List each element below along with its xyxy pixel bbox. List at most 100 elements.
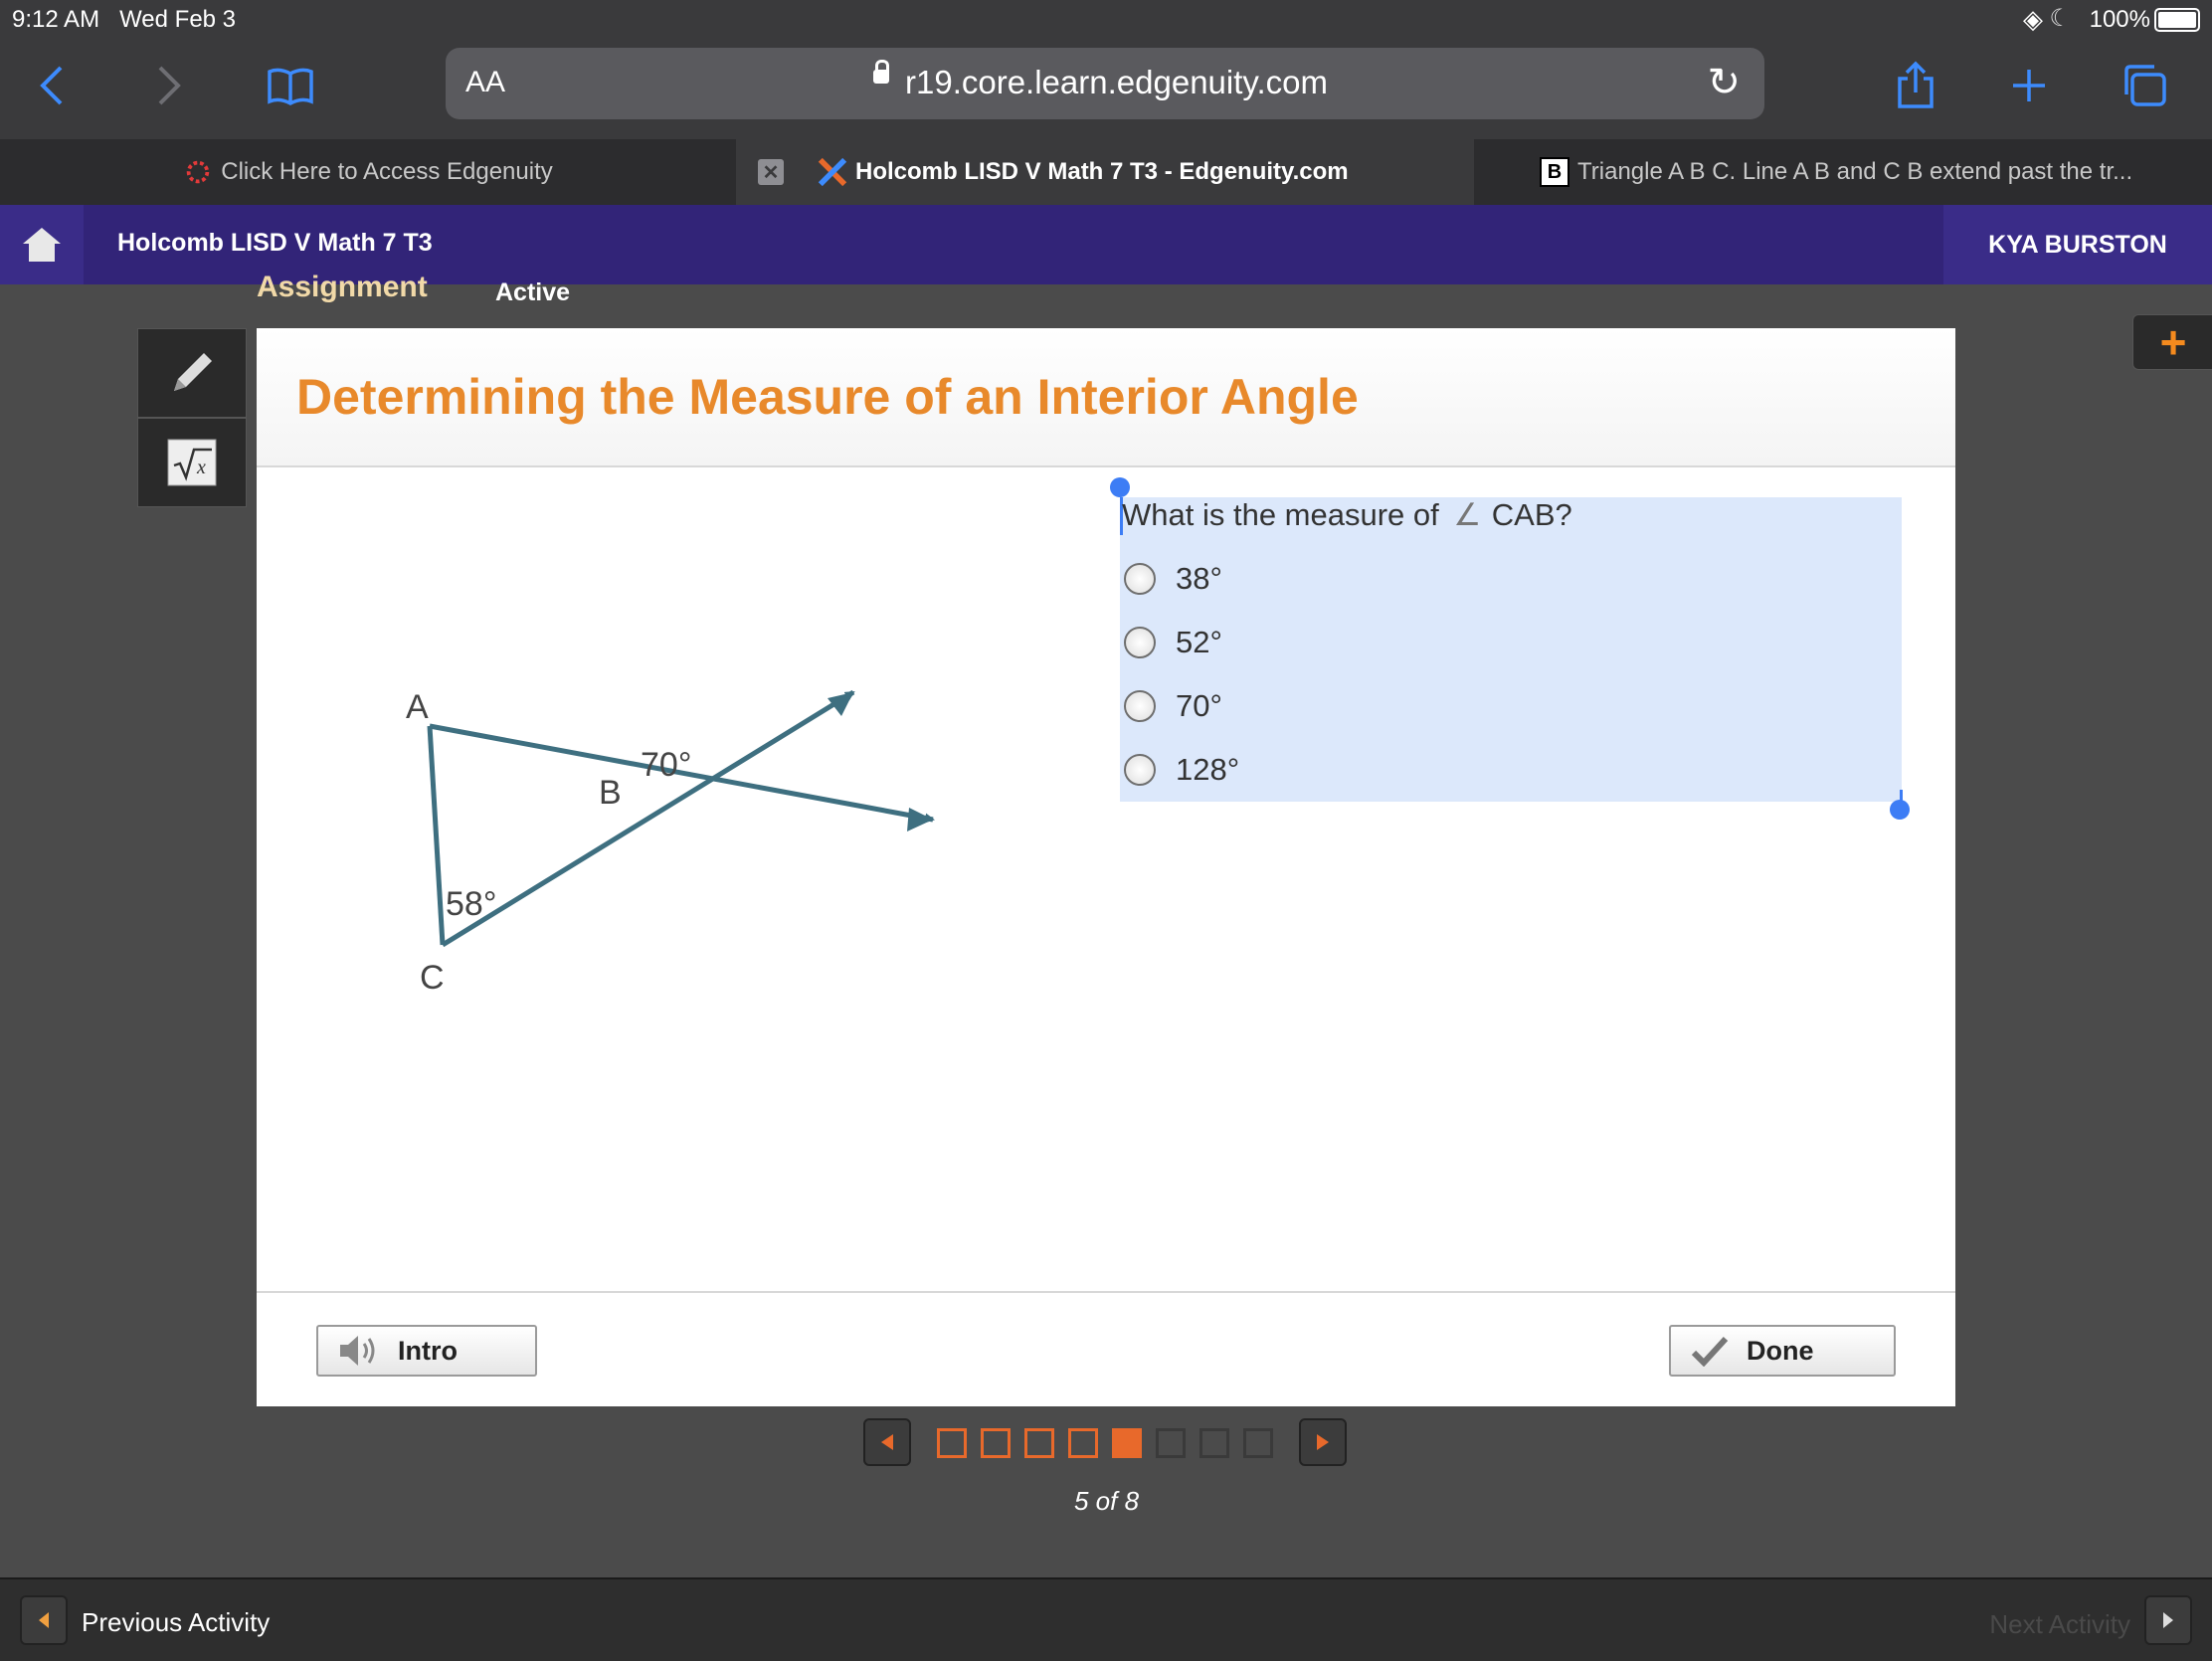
radio-button[interactable] — [1124, 690, 1156, 722]
bookmarks-button[interactable] — [261, 56, 320, 115]
edgenuity-logo-icon — [818, 157, 847, 187]
status-bar: 9:12 AM Wed Feb 3 ◈ ☾ 100% — [0, 0, 2212, 40]
course-title: Holcomb LISD V Math 7 T3 — [117, 229, 433, 257]
assignment-label: Assignment — [257, 271, 428, 303]
home-button[interactable] — [0, 205, 84, 284]
previous-activity-label[interactable]: Previous Activity — [82, 1607, 270, 1638]
answer-option[interactable]: 52° — [1124, 623, 1222, 662]
lock-icon — [873, 60, 889, 84]
active-status: Active — [495, 278, 571, 306]
plus-icon — [2013, 70, 2045, 101]
pager-step-8[interactable] — [1243, 1428, 1273, 1458]
pager-step-2[interactable] — [981, 1428, 1011, 1458]
pager-previous-button[interactable] — [863, 1418, 911, 1466]
done-label: Done — [1747, 1335, 1814, 1366]
answer-option[interactable]: 70° — [1124, 686, 1222, 726]
activity-card: Determining the Measure of an Interior A… — [257, 328, 1955, 1404]
user-name[interactable]: KYA BURSTON — [1943, 205, 2212, 284]
square-root-icon: x — [167, 439, 217, 486]
pager-step-4[interactable] — [1068, 1428, 1098, 1458]
moon-icon: ☾ — [2049, 5, 2071, 32]
selection-end-handle[interactable] — [1890, 800, 1910, 820]
activity-footer: Intro Done — [257, 1291, 1955, 1406]
plus-icon: + — [2159, 316, 2187, 368]
pager-step-1[interactable] — [937, 1428, 967, 1458]
brainly-logo-icon: B — [1540, 157, 1569, 187]
next-activity-button — [2144, 1595, 2192, 1645]
tabs-overview-button[interactable] — [2115, 56, 2174, 115]
tabs-icon — [2124, 65, 2166, 106]
activity-navigation-bar: Previous Activity Next Activity — [0, 1577, 2212, 1661]
home-icon — [23, 228, 61, 262]
answer-option[interactable]: 128° — [1124, 750, 1239, 790]
text-size-button[interactable]: AA — [465, 66, 505, 99]
pager-step-3[interactable] — [1024, 1428, 1054, 1458]
tab-label: Click Here to Access Edgenuity — [221, 158, 553, 185]
activity-title: Determining the Measure of an Interior A… — [296, 369, 1359, 425]
reload-icon[interactable]: ↻ — [1707, 60, 1741, 105]
math-tool-button[interactable]: x — [137, 418, 247, 507]
forward-button[interactable] — [139, 56, 199, 115]
option-label: 38° — [1176, 561, 1222, 596]
pager-next-button[interactable] — [1299, 1418, 1347, 1466]
triangle-left-icon — [39, 1612, 49, 1628]
previous-activity-button[interactable] — [20, 1595, 68, 1645]
tab-label: Holcomb LISD V Math 7 T3 - Edgenuity.com — [855, 158, 1349, 185]
new-tab-button[interactable] — [1999, 56, 2059, 115]
triangle-left-icon — [881, 1434, 893, 1450]
battery-percent: 100% — [2089, 6, 2150, 33]
angle-symbol: ∠ — [1453, 497, 1482, 532]
vertex-label-a: A — [406, 688, 429, 726]
pager-step-5-current[interactable] — [1112, 1428, 1142, 1458]
share-icon — [1898, 61, 1934, 108]
radio-button[interactable] — [1124, 627, 1156, 658]
option-label: 128° — [1176, 752, 1240, 787]
intro-label: Intro — [398, 1335, 458, 1366]
triangle-diagram: A B C 70° 58° — [406, 688, 935, 997]
page-count: 5 of 8 — [1074, 1486, 1140, 1516]
expand-plus-button[interactable]: + — [2132, 314, 2212, 370]
checkmark-icon — [1691, 1335, 1729, 1367]
svg-text:x: x — [196, 457, 206, 478]
battery-icon — [2154, 8, 2200, 32]
answer-option[interactable]: 38° — [1124, 559, 1222, 599]
segment-ac — [427, 725, 446, 946]
angle-label-exterior-b: 70° — [641, 746, 691, 784]
back-button[interactable] — [22, 56, 82, 115]
tab-holcomb-math[interactable]: ✕ Holcomb LISD V Math 7 T3 - Edgenuity.c… — [736, 139, 1474, 205]
speaker-icon — [338, 1333, 380, 1369]
pager-step-7[interactable] — [1199, 1428, 1229, 1458]
done-button[interactable]: Done — [1669, 1325, 1896, 1377]
radio-button[interactable] — [1124, 754, 1156, 786]
angle-label-c: 58° — [446, 885, 496, 923]
tab-bar: Click Here to Access Edgenuity ✕ Holcomb… — [0, 139, 2212, 205]
browser-toolbar: AA r19.core.learn.edgenuity.com ↻ — [0, 40, 2212, 139]
chevron-right-icon — [158, 66, 181, 105]
status-time: 9:12 AM Wed Feb 3 — [12, 6, 237, 33]
vertex-label-c: C — [420, 959, 445, 997]
arrowhead-ab — [907, 808, 933, 831]
pager-step-6[interactable] — [1156, 1428, 1186, 1458]
selection-start-handle[interactable] — [1110, 477, 1130, 497]
question-text: What is the measure of ∠ CAB? — [1122, 497, 1572, 532]
next-activity-label: Next Activity — [1989, 1609, 2130, 1639]
activity-header: Determining the Measure of an Interior A… — [257, 328, 1955, 467]
ray-cb — [441, 689, 855, 948]
wifi-icon: ◈ — [2023, 4, 2043, 34]
book-icon — [268, 68, 313, 105]
close-tab-icon[interactable]: ✕ — [758, 159, 784, 185]
address-bar[interactable]: AA r19.core.learn.edgenuity.com ↻ — [446, 48, 1764, 119]
option-label: 52° — [1176, 625, 1222, 659]
chevron-left-icon — [40, 66, 63, 105]
radio-button[interactable] — [1124, 563, 1156, 595]
pencil-tool-button[interactable] — [137, 328, 247, 418]
tab-label: Triangle A B C. Line A B and C B extend … — [1577, 158, 2133, 185]
intro-button[interactable]: Intro — [316, 1325, 537, 1377]
triangle-right-icon — [2163, 1612, 2173, 1628]
option-label: 70° — [1176, 688, 1222, 723]
tab-edgenuity-access[interactable]: Click Here to Access Edgenuity — [0, 139, 736, 205]
tab-triangle-question[interactable]: B Triangle A B C. Line A B and C B exten… — [1474, 139, 2212, 205]
url-text: r19.core.learn.edgenuity.com — [905, 64, 1328, 100]
share-button[interactable] — [1886, 56, 1945, 115]
triangle-right-icon — [1317, 1434, 1329, 1450]
